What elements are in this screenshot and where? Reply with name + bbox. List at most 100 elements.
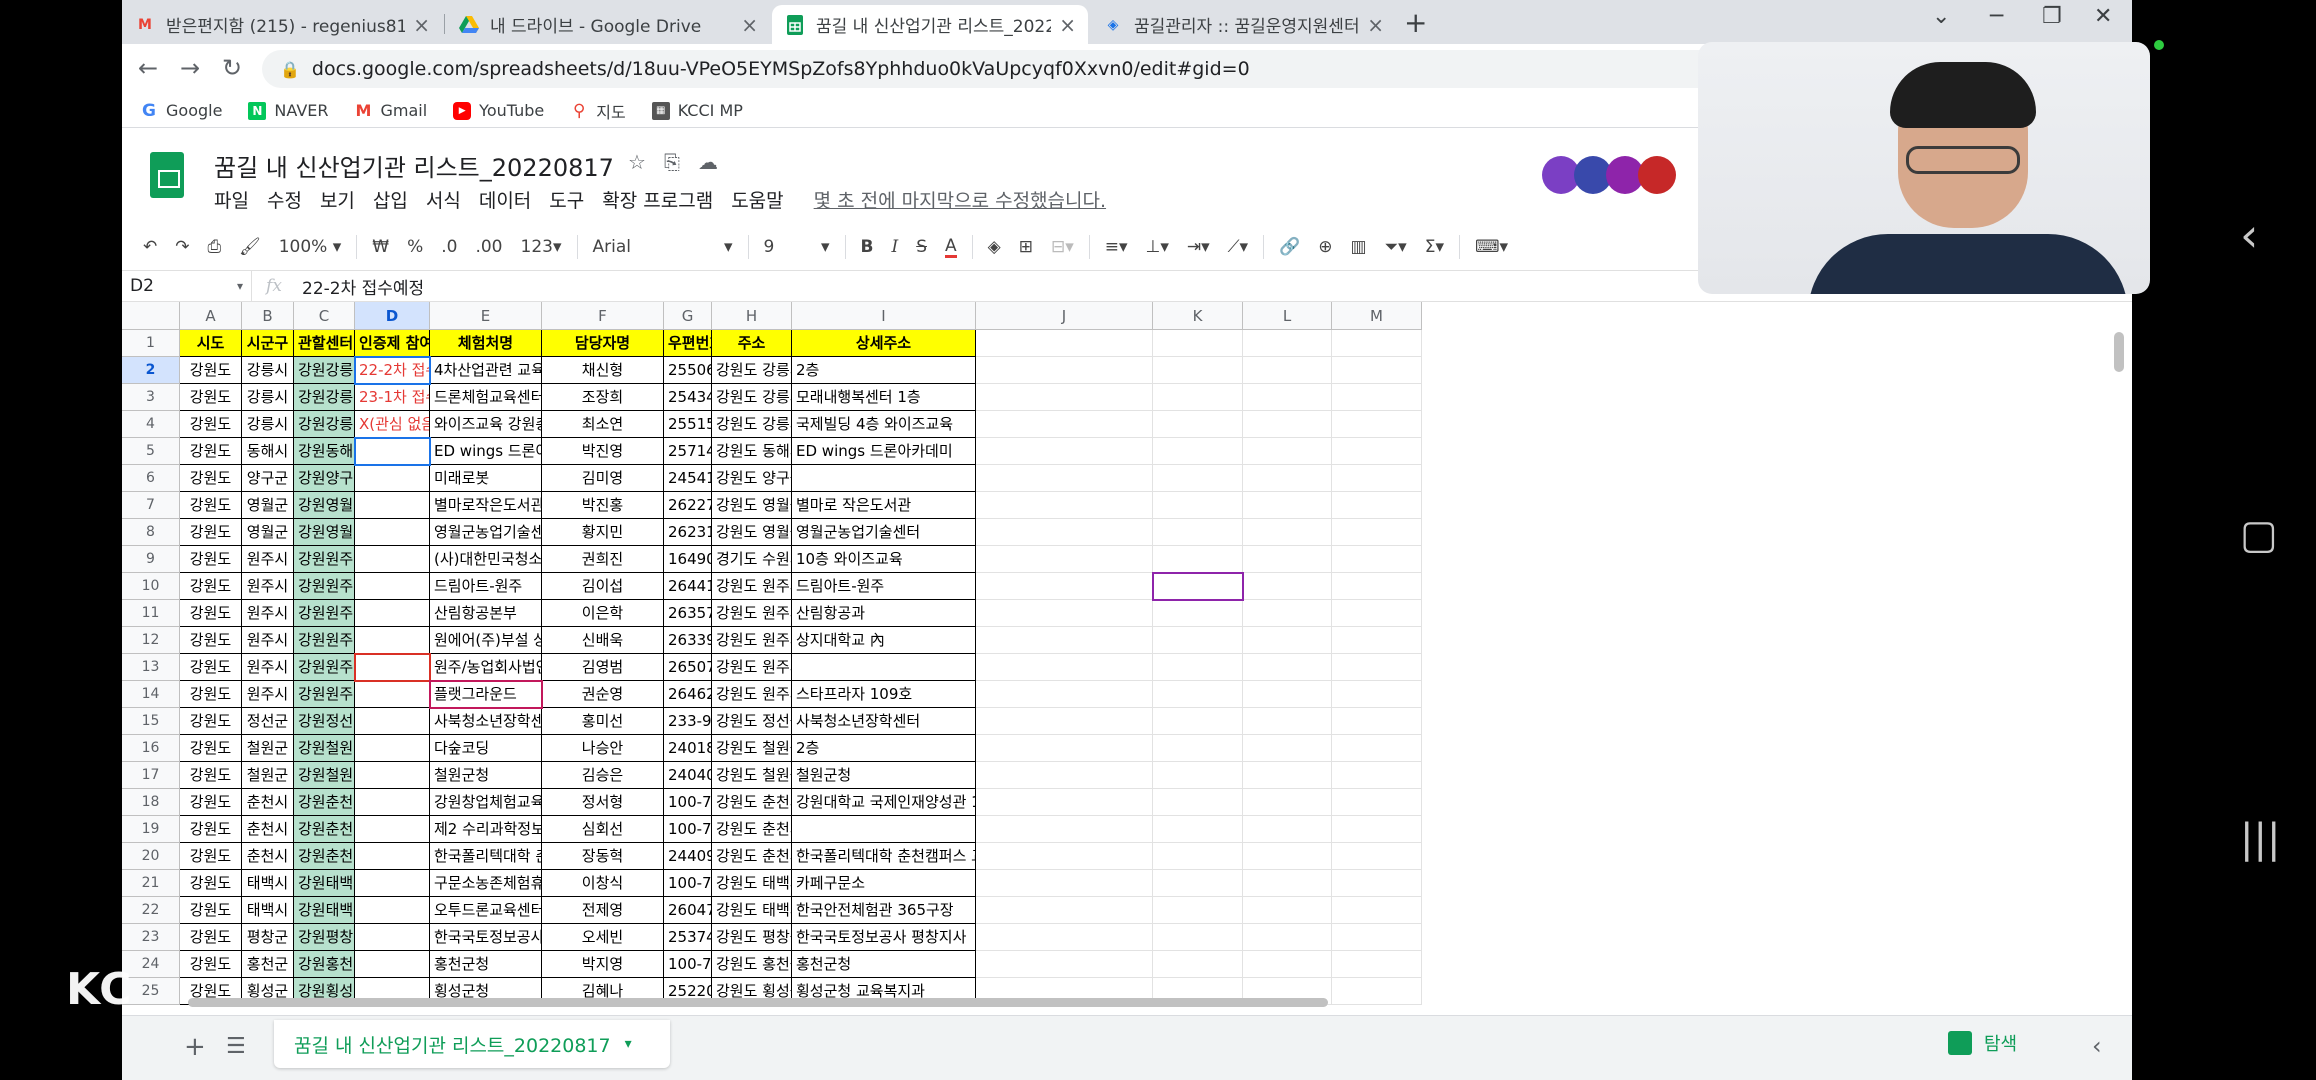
- font-size-select[interactable]: 9 ▾: [764, 237, 830, 257]
- currency-button[interactable]: ₩: [372, 237, 389, 257]
- empty-cell[interactable]: [1153, 870, 1243, 897]
- insert-link-icon[interactable]: 🔗: [1279, 237, 1300, 257]
- data-cell[interactable]: 강원원주센터: [294, 600, 355, 627]
- empty-cell[interactable]: [976, 843, 1153, 870]
- data-cell[interactable]: 영월군농업기술센터: [792, 519, 976, 546]
- data-cell[interactable]: [792, 816, 976, 843]
- empty-cell[interactable]: [976, 573, 1153, 600]
- empty-cell[interactable]: [1243, 492, 1332, 519]
- empty-cell[interactable]: [1243, 600, 1332, 627]
- data-cell[interactable]: 강원춘천센터: [294, 816, 355, 843]
- select-all-corner[interactable]: [122, 302, 180, 330]
- data-cell[interactable]: 강원도: [180, 411, 242, 438]
- filter-icon[interactable]: ⏷▾: [1385, 237, 1407, 257]
- data-cell[interactable]: 와이즈교육 강원총국(강원 강: [430, 411, 542, 438]
- data-cell[interactable]: 100-743: [664, 870, 712, 897]
- empty-cell[interactable]: [1243, 708, 1332, 735]
- borders-icon[interactable]: ⊞: [1019, 237, 1033, 257]
- row-header[interactable]: 1: [122, 330, 180, 357]
- data-cell[interactable]: 강원철원센터: [294, 762, 355, 789]
- data-cell[interactable]: 김승은: [542, 762, 664, 789]
- menu-insert[interactable]: 삽입: [373, 186, 408, 213]
- data-cell[interactable]: 김이섭: [542, 573, 664, 600]
- data-cell[interactable]: 원주시: [242, 600, 294, 627]
- empty-cell[interactable]: [1153, 951, 1243, 978]
- data-cell[interactable]: 영월군: [242, 492, 294, 519]
- menu-view[interactable]: 보기: [320, 186, 355, 213]
- align-horizontal-icon[interactable]: ≡▾: [1105, 237, 1128, 257]
- data-cell[interactable]: 강원평창센터: [294, 924, 355, 951]
- empty-cell[interactable]: [1243, 789, 1332, 816]
- row-header[interactable]: 5: [122, 438, 180, 465]
- data-cell[interactable]: 강원도 원주시 지정면 구재로 229: [712, 600, 792, 627]
- data-cell[interactable]: 강원도: [180, 492, 242, 519]
- empty-cell[interactable]: [976, 897, 1153, 924]
- column-header-l[interactable]: L: [1243, 302, 1332, 330]
- data-cell[interactable]: [355, 438, 430, 465]
- data-cell[interactable]: 강원도: [180, 438, 242, 465]
- empty-cell[interactable]: [1243, 843, 1332, 870]
- row-header[interactable]: 13: [122, 654, 180, 681]
- empty-cell[interactable]: [976, 627, 1153, 654]
- spreadsheet-grid[interactable]: ABCDEFGHIJKLM 1시도시군구관할센터인증제 참여여부체험처명담당자명우…: [122, 302, 2132, 1015]
- column-title-cell[interactable]: 관할센터: [294, 330, 355, 357]
- row-header[interactable]: 15: [122, 708, 180, 735]
- empty-cell[interactable]: [1153, 735, 1243, 762]
- data-cell[interactable]: 영월군농업기술센터: [430, 519, 542, 546]
- data-cell[interactable]: 오세빈: [542, 924, 664, 951]
- data-cell[interactable]: 정선군: [242, 708, 294, 735]
- data-cell[interactable]: 16490: [664, 546, 712, 573]
- empty-cell[interactable]: [1153, 627, 1243, 654]
- empty-cell[interactable]: [1243, 654, 1332, 681]
- empty-cell[interactable]: [1243, 681, 1332, 708]
- bookmark-google[interactable]: G Google: [140, 101, 222, 121]
- data-cell[interactable]: 100-743: [664, 789, 712, 816]
- data-cell[interactable]: ED wings 드론아카데미: [430, 438, 542, 465]
- data-cell[interactable]: 강원도 영월군 영월읍 봉래산로 47: [712, 492, 792, 519]
- collaborator-avatar[interactable]: [1638, 156, 1676, 194]
- empty-cell[interactable]: [1332, 492, 1422, 519]
- text-color-icon[interactable]: A: [944, 237, 957, 258]
- address-bar[interactable]: 🔒 docs.google.com/spreadsheets/d/18uu-VP…: [262, 50, 1782, 88]
- bookmark-gmail[interactable]: M Gmail: [354, 101, 428, 120]
- data-cell[interactable]: 24541: [664, 465, 712, 492]
- empty-cell[interactable]: [1332, 600, 1422, 627]
- data-cell[interactable]: 강원도 철원군 동송읍 금학로 191: [712, 735, 792, 762]
- empty-cell[interactable]: [1153, 438, 1243, 465]
- data-cell[interactable]: 강원도: [180, 357, 242, 384]
- data-cell[interactable]: 홍미선: [542, 708, 664, 735]
- data-cell[interactable]: [355, 573, 430, 600]
- column-header-m[interactable]: M: [1332, 302, 1422, 330]
- data-cell[interactable]: 강원도 춘천시 강원대학길 1: [712, 789, 792, 816]
- data-cell[interactable]: 김미영: [542, 465, 664, 492]
- menu-extensions[interactable]: 확장 프로그램: [602, 186, 713, 213]
- close-tab-icon[interactable]: ×: [741, 13, 758, 37]
- data-cell[interactable]: 철원군: [242, 735, 294, 762]
- data-cell[interactable]: ED wings 드론아카데미: [792, 438, 976, 465]
- data-cell[interactable]: 황지민: [542, 519, 664, 546]
- row-header[interactable]: 19: [122, 816, 180, 843]
- data-cell[interactable]: 강원강릉센터: [294, 357, 355, 384]
- empty-cell[interactable]: [976, 762, 1153, 789]
- data-cell[interactable]: 26462: [664, 681, 712, 708]
- sheet-tab[interactable]: 꿈길 내 신산업기관 리스트_20220817 ▾: [274, 1020, 670, 1068]
- data-cell[interactable]: 철원군청: [792, 762, 976, 789]
- empty-cell[interactable]: [1332, 735, 1422, 762]
- data-cell[interactable]: 강원춘천센터: [294, 843, 355, 870]
- document-title[interactable]: 꿈길 내 신산업기관 리스트_20220817: [214, 148, 614, 183]
- data-cell[interactable]: 장동혁: [542, 843, 664, 870]
- data-cell[interactable]: 강원도 원주시 신림면 소야1길 72: [712, 654, 792, 681]
- data-cell[interactable]: 26227: [664, 492, 712, 519]
- data-cell[interactable]: 25515: [664, 411, 712, 438]
- data-cell[interactable]: 스타프라자 109호: [792, 681, 976, 708]
- text-wrap-icon[interactable]: ⇥▾: [1187, 237, 1210, 257]
- insert-comment-icon[interactable]: ⊕: [1318, 237, 1332, 257]
- empty-cell[interactable]: [976, 789, 1153, 816]
- column-header-b[interactable]: B: [242, 302, 294, 330]
- fill-color-icon[interactable]: ◈: [988, 237, 1001, 257]
- data-cell[interactable]: 국제빌딩 4층 와이즈교육: [792, 411, 976, 438]
- data-cell[interactable]: 강원원주센터: [294, 627, 355, 654]
- empty-cell[interactable]: [1332, 546, 1422, 573]
- empty-cell[interactable]: [1243, 330, 1332, 357]
- empty-cell[interactable]: [1243, 870, 1332, 897]
